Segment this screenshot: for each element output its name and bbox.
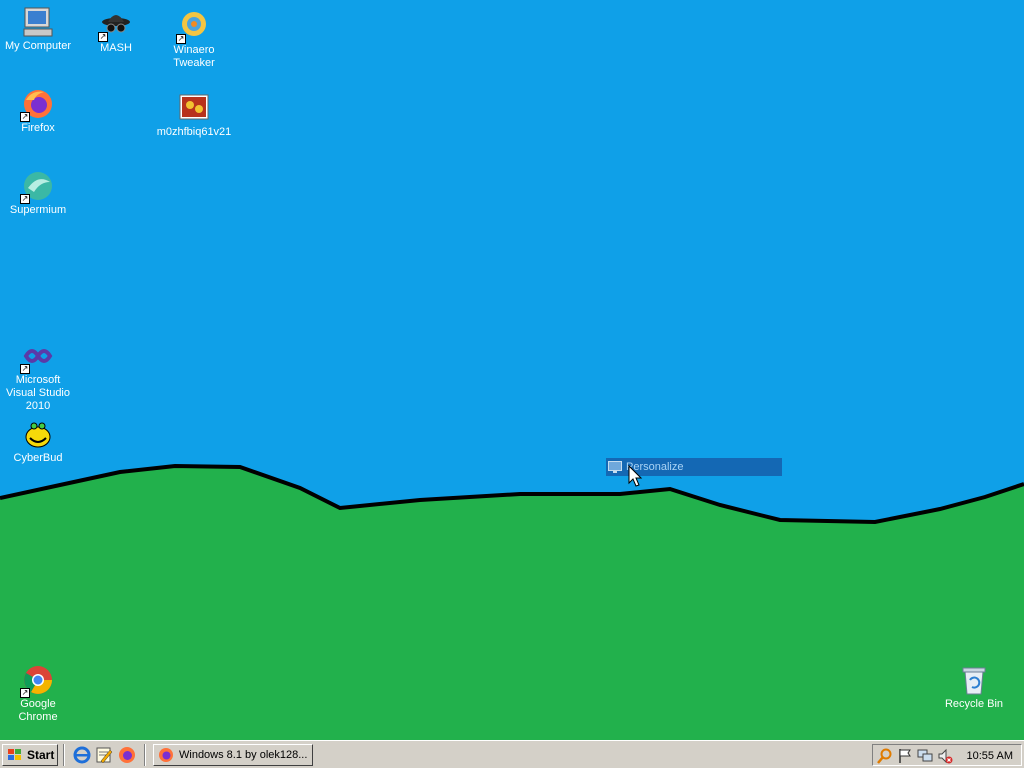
computer-icon	[22, 6, 54, 38]
desktop-icon-label: Google Chrome	[18, 698, 58, 723]
desktop-icon-visual-studio-2010[interactable]: ↗ Microsoft Visual Studio 2010	[0, 340, 76, 413]
desktop-icon-label: My Computer	[4, 40, 72, 52]
desktop-icon-supermium[interactable]: ↗ Supermium	[0, 170, 76, 217]
mouse-cursor-icon	[628, 465, 643, 487]
search-icon[interactable]	[877, 748, 893, 764]
shortcut-arrow-icon: ↗	[20, 194, 30, 204]
desktop-icon-cyberbud[interactable]: CyberBud	[0, 418, 76, 465]
desktop-icon-label: Recycle Bin	[944, 698, 1004, 710]
desktop-icon-image-file[interactable]: m0zhfbiq61v21	[156, 92, 232, 139]
start-button-label: Start	[27, 748, 55, 762]
shortcut-arrow-icon: ↗	[98, 32, 108, 42]
monitor-icon	[608, 461, 622, 473]
desktop-icon-recycle-bin[interactable]: Recycle Bin	[936, 664, 1012, 711]
desktop-icon-label: MASH	[100, 42, 132, 54]
start-button[interactable]: Start	[2, 744, 58, 766]
taskbar: Start Windows 8.1 by olek128... 10:55 AM	[0, 740, 1024, 768]
supermium-icon: ↗	[20, 170, 54, 204]
network-icon[interactable]	[917, 748, 933, 764]
wallpaper-hills	[0, 463, 1024, 740]
windows-logo-icon	[8, 749, 21, 760]
desktop-icon-label: CyberBud	[13, 452, 63, 464]
shortcut-arrow-icon: ↗	[20, 688, 30, 698]
taskbar-separator	[63, 744, 65, 766]
internet-explorer-icon[interactable]	[73, 746, 91, 764]
desktop-icon-label: Supermium	[9, 204, 67, 216]
shortcut-arrow-icon: ↗	[20, 364, 30, 374]
recycle-bin-icon	[958, 664, 990, 696]
desktop-icon-label: Microsoft Visual Studio 2010	[5, 374, 70, 412]
system-tray: 10:55 AM	[872, 744, 1022, 766]
flag-icon[interactable]	[897, 748, 913, 764]
desktop-icon-label: Firefox	[21, 122, 55, 134]
cyberbud-icon	[22, 418, 54, 450]
desktop-icon-label: Winaero Tweaker	[173, 44, 215, 69]
visual-studio-icon: ↗	[20, 340, 54, 374]
taskbar-separator	[144, 744, 146, 766]
firefox-icon[interactable]	[118, 746, 136, 764]
firefox-icon: ↗	[20, 88, 54, 122]
desktop-icon-firefox[interactable]: ↗ Firefox	[0, 88, 76, 135]
spy-hat-icon: ↗	[98, 8, 132, 42]
volume-muted-icon[interactable]	[937, 748, 953, 764]
desktop[interactable]: My Computer ↗ MASH ↗ Winaero Tweaker ↗ F…	[0, 0, 1024, 740]
desktop-icon-mash[interactable]: ↗ MASH	[78, 8, 154, 55]
notepad-icon[interactable]	[95, 746, 113, 764]
shortcut-arrow-icon: ↗	[176, 34, 186, 44]
desktop-icon-my-computer[interactable]: My Computer	[0, 6, 76, 53]
firefox-icon	[159, 748, 173, 762]
image-file-icon	[178, 92, 210, 124]
desktop-icon-winaero-tweaker[interactable]: ↗ Winaero Tweaker	[156, 10, 232, 70]
chrome-icon: ↗	[20, 664, 54, 698]
desktop-icon-label: m0zhfbiq61v21	[156, 126, 232, 138]
taskbar-window-button[interactable]: Windows 8.1 by olek128...	[153, 744, 313, 766]
taskbar-window-label: Windows 8.1 by olek128...	[179, 749, 308, 761]
shortcut-arrow-icon: ↗	[20, 112, 30, 122]
winaero-tweaker-icon: ↗	[176, 10, 210, 44]
desktop-icon-google-chrome[interactable]: ↗ Google Chrome	[0, 664, 76, 724]
clock[interactable]: 10:55 AM	[967, 748, 1013, 764]
